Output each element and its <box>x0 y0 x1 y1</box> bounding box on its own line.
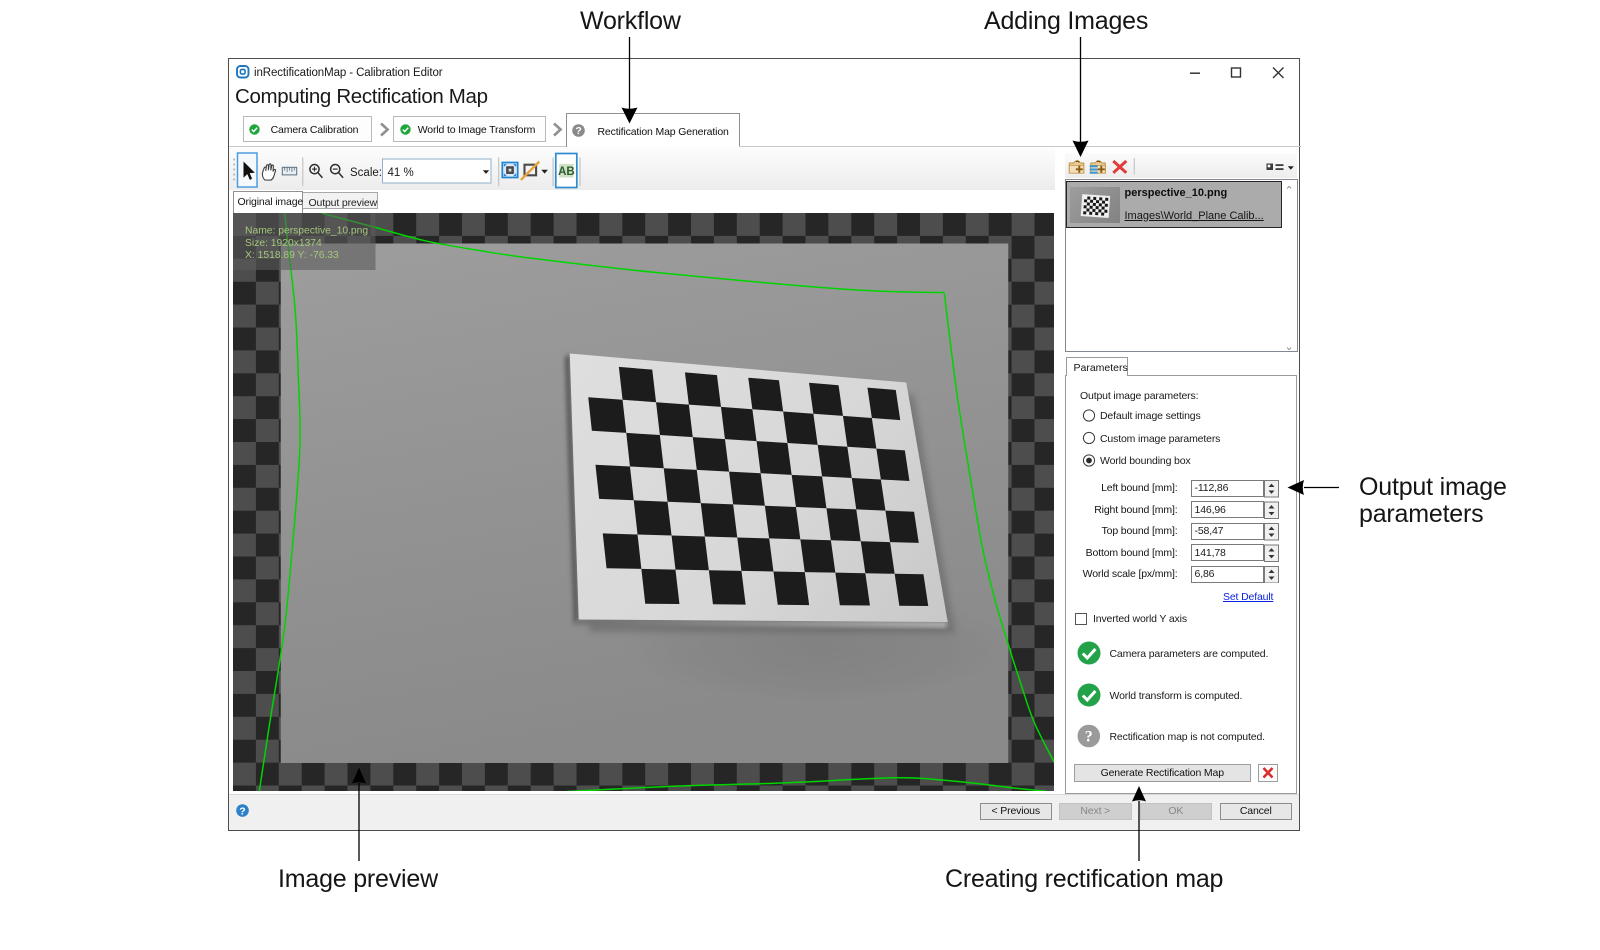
svg-text:41 %: 41 % <box>388 167 414 179</box>
svg-text:X: 1518.89 Y: -76.33: X: 1518.89 Y: -76.33 <box>245 250 339 261</box>
svg-text:Name: perspective_10.png: Name: perspective_10.png <box>245 225 368 236</box>
svg-text:?: ? <box>239 806 245 818</box>
svg-text:?: ? <box>1085 729 1093 746</box>
svg-text:AB: AB <box>558 166 575 178</box>
svg-text:Scale:: Scale: <box>350 167 382 179</box>
svg-text:?: ? <box>575 125 581 137</box>
svg-text:Size: 1920x1374: Size: 1920x1374 <box>245 237 322 248</box>
